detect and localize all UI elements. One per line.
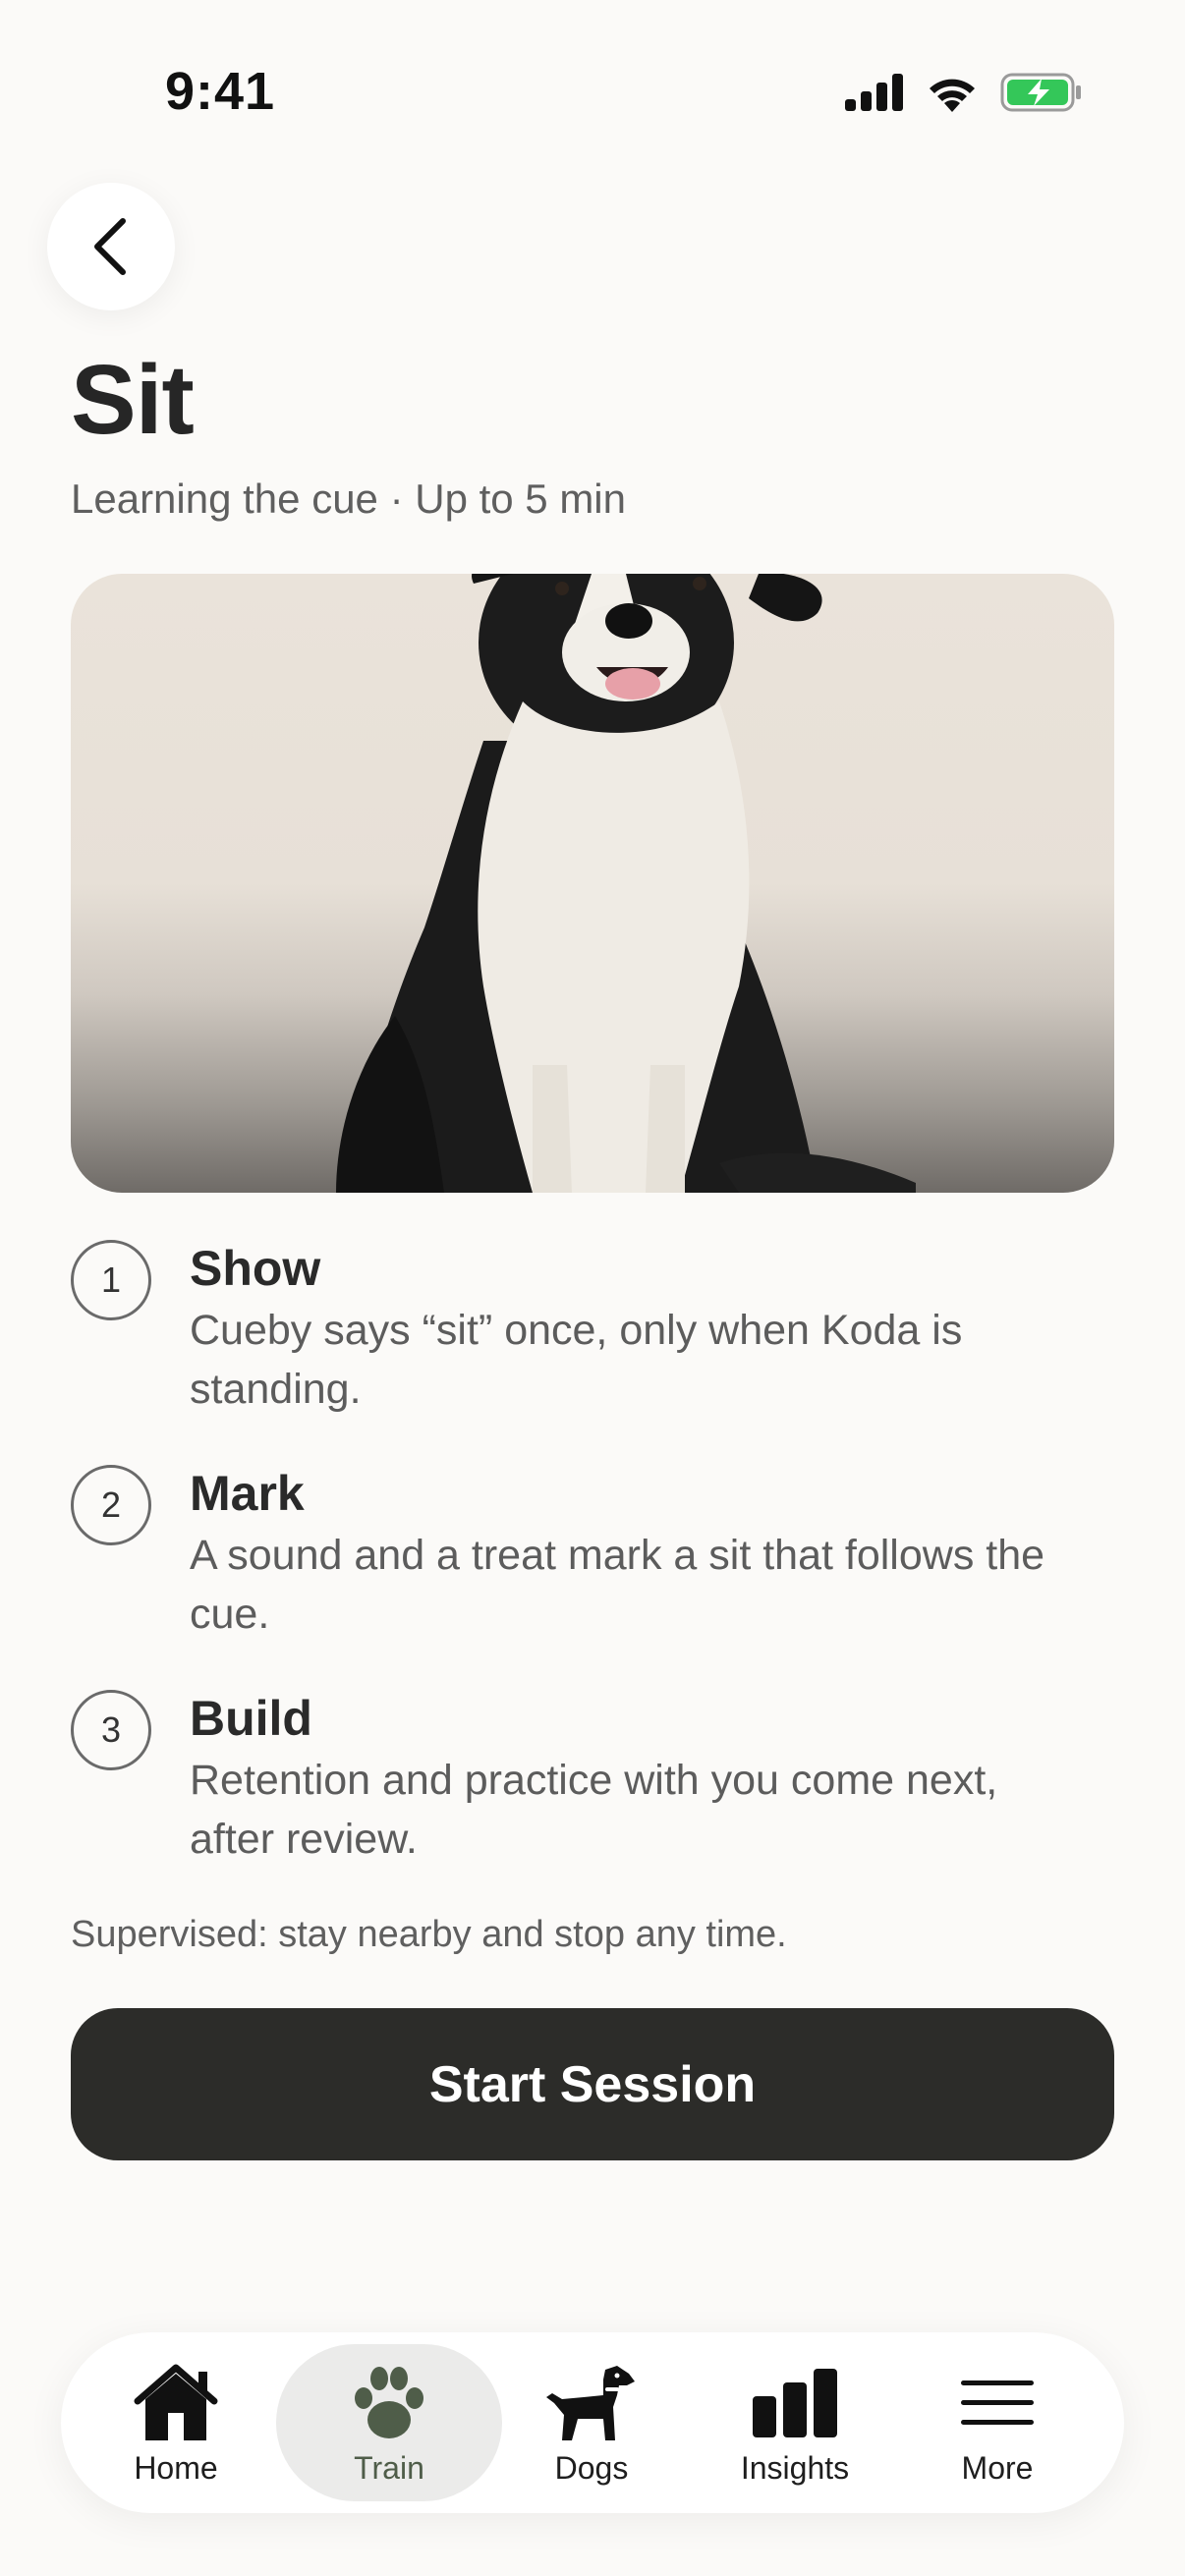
paw-icon <box>340 2358 438 2448</box>
step-description: Retention and practice with you come nex… <box>190 1757 998 1863</box>
step-number-badge: 2 <box>71 1465 151 1545</box>
tab-home[interactable]: Home <box>75 2344 277 2501</box>
tab-insights[interactable]: Insights <box>694 2344 896 2501</box>
step-description: A sound and a treat mark a sit that foll… <box>190 1532 1045 1638</box>
tab-train-label: Train <box>354 2450 424 2486</box>
start-session-button[interactable]: Start Session <box>71 2008 1114 2160</box>
tab-train[interactable]: Train <box>276 2344 502 2501</box>
step-item: 3 Build Retention and practice with you … <box>71 1690 1114 1915</box>
bar-chart-icon <box>746 2358 844 2448</box>
battery-charging-icon <box>1000 73 1081 112</box>
hero-dog-image <box>71 574 1114 1193</box>
tab-dogs-label: Dogs <box>554 2450 629 2486</box>
back-button[interactable] <box>47 183 175 310</box>
step-number-badge: 1 <box>71 1240 151 1320</box>
cellular-signal-icon <box>845 74 903 111</box>
status-icons <box>845 73 1083 112</box>
status-time: 9:41 <box>165 62 276 121</box>
wifi-icon <box>930 79 975 112</box>
step-item: 2 Mark A sound and a treat mark a sit th… <box>71 1465 1114 1690</box>
tab-more[interactable]: More <box>896 2344 1099 2501</box>
step-title: Mark <box>190 1466 305 1521</box>
step-title: Build <box>190 1691 312 1746</box>
home-icon <box>127 2358 225 2448</box>
tab-bar: Home Train Dogs Insights More <box>61 2332 1124 2513</box>
tab-insights-label: Insights <box>740 2450 850 2486</box>
step-number-badge: 3 <box>71 1690 151 1770</box>
step-item: 1 Show Cueby says “sit” once, only when … <box>71 1240 1114 1465</box>
chevron-left-icon <box>94 218 126 275</box>
page-subtitle: Learning the cue · Up to 5 min <box>71 476 626 522</box>
dog-illustration <box>336 574 916 1193</box>
step-title: Show <box>190 1241 321 1296</box>
tab-home-label: Home <box>134 2450 218 2486</box>
status-bar: 9:41 <box>0 0 1185 196</box>
steps-list: 1 Show Cueby says “sit” once, only when … <box>71 1240 1114 1915</box>
step-description: Cueby says “sit” once, only when Koda is… <box>190 1307 963 1413</box>
menu-icon <box>948 2358 1046 2448</box>
tab-dogs[interactable]: Dogs <box>490 2344 693 2501</box>
dog-icon <box>542 2358 641 2448</box>
page-title: Sit <box>71 345 195 455</box>
supervision-note: Supervised: stay nearby and stop any tim… <box>71 1914 787 1955</box>
tab-more-label: More <box>961 2450 1034 2486</box>
